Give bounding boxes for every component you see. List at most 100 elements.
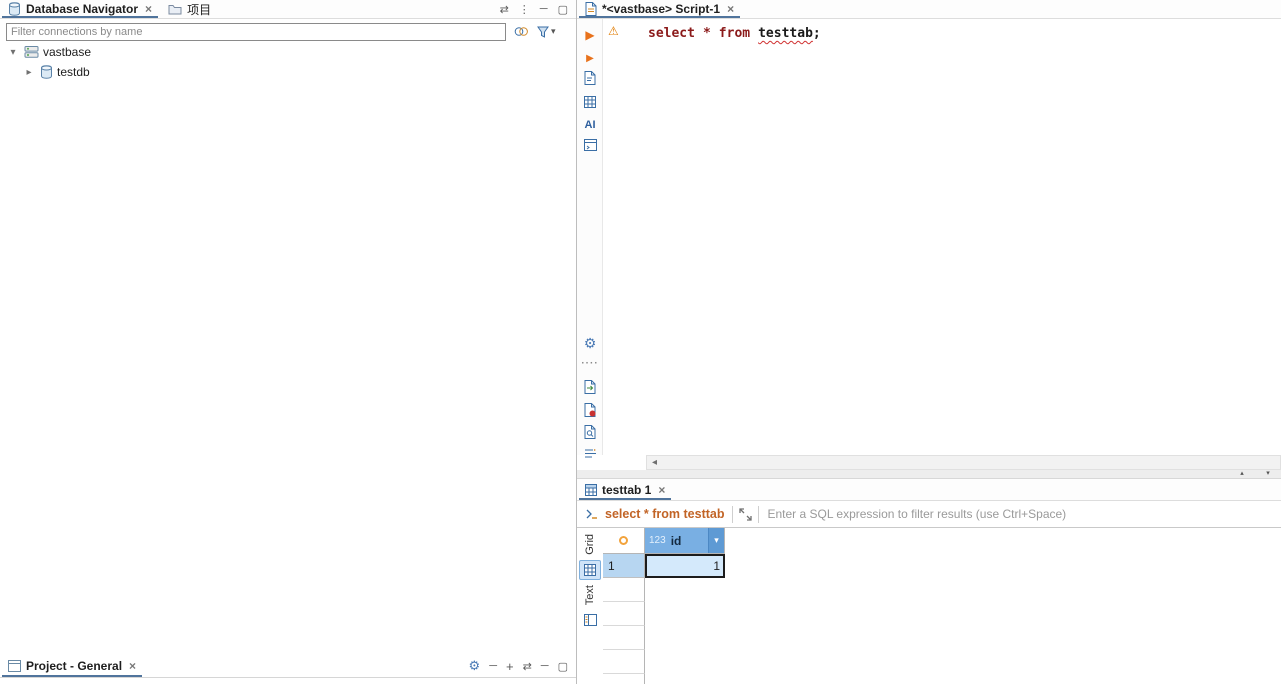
- chevron-right-icon[interactable]: ▸: [22, 67, 36, 78]
- connection-filter-row: ▾: [6, 22, 572, 41]
- database-navigator-icon: [8, 2, 21, 16]
- connection-types-icon[interactable]: [514, 25, 529, 38]
- tab-grid-view-label[interactable]: Grid: [584, 534, 596, 555]
- scroll-left-icon[interactable]: ◂: [647, 457, 662, 468]
- expand-filter-icon[interactable]: [733, 507, 758, 521]
- sql-code-line: select * from testtab;: [648, 26, 821, 41]
- grid-icon: [585, 483, 597, 496]
- explain-plan-icon[interactable]: [577, 69, 603, 87]
- filter-funnel-icon[interactable]: ▾: [537, 26, 556, 38]
- results-tabbar: testtab 1 ×: [577, 479, 1281, 501]
- execute-script-button[interactable]: ▶: [577, 49, 603, 67]
- project-view-controls: ⚙ ─ + ⇄ ─ ▢: [469, 655, 576, 677]
- close-icon[interactable]: ×: [129, 659, 136, 673]
- sql-keyword: from: [718, 26, 751, 41]
- chevron-down-icon: ▾: [551, 26, 556, 36]
- output-panel-icon[interactable]: [577, 136, 603, 154]
- statistics-grid-icon[interactable]: [577, 93, 603, 111]
- folder-icon: [168, 3, 182, 15]
- expand-icon[interactable]: +: [506, 659, 514, 674]
- left-panel-controls: ⇄ ⋮ ─ ▢: [500, 0, 576, 18]
- minimize-icon[interactable]: ─: [541, 660, 549, 672]
- grid-view-icon[interactable]: [579, 559, 601, 580]
- results-filter-bar: select * from testtab: [577, 501, 1281, 528]
- column-header-id[interactable]: 123 id ▾: [645, 528, 725, 554]
- tab-label: 项目: [187, 2, 212, 17]
- minimize-icon[interactable]: ─: [540, 3, 548, 15]
- value-panel-icon[interactable]: [579, 610, 601, 630]
- sql-query-icon: [585, 508, 599, 521]
- empty-row[interactable]: [603, 626, 645, 650]
- results-view-sidebar: Grid Text: [577, 528, 603, 684]
- tab-label: Project - General: [26, 659, 123, 673]
- error-log-icon[interactable]: [577, 401, 603, 419]
- tree-item-vastbase[interactable]: ▾ vastbase: [0, 42, 576, 62]
- maximize-icon[interactable]: ▢: [558, 660, 568, 673]
- sql-semicolon: ;: [812, 26, 821, 41]
- window-icon: [8, 660, 21, 672]
- export-results-icon[interactable]: [577, 378, 603, 396]
- column-type-badge: 123: [649, 535, 666, 546]
- warning-icon: ⚠: [608, 24, 619, 38]
- grid-corner-cell[interactable]: [603, 528, 645, 554]
- database-icon: [40, 65, 53, 79]
- editor-tabbar: *<vastbase> Script-1 ×: [577, 0, 1281, 19]
- tree-item-label: testdb: [57, 65, 90, 79]
- tree-item-testdb[interactable]: ▸ testdb: [0, 62, 576, 82]
- maximize-panel-icon[interactable]: ▴: [1229, 470, 1255, 478]
- chevron-down-icon[interactable]: ▾: [6, 47, 20, 58]
- filter-connections-input[interactable]: [6, 22, 506, 41]
- results-query-text: select * from testtab: [605, 507, 725, 521]
- sql-file-icon: [585, 2, 597, 16]
- data-cell-selected[interactable]: 1: [645, 554, 725, 578]
- maximize-icon[interactable]: ▢: [558, 3, 568, 16]
- editor-horizontal-scrollbar[interactable]: ◂: [646, 455, 1281, 470]
- close-icon[interactable]: ×: [658, 483, 665, 497]
- tab-results-testtab[interactable]: testtab 1 ×: [577, 479, 673, 500]
- collapse-icon[interactable]: ─: [489, 660, 497, 672]
- link-editor-icon[interactable]: ⇄: [500, 3, 509, 16]
- column-name: id: [670, 533, 682, 548]
- sql-table-name: testtab: [758, 26, 813, 41]
- overflow-dots-icon[interactable]: ····: [577, 354, 603, 372]
- tab-database-navigator[interactable]: Database Navigator ×: [0, 0, 160, 18]
- no-key-indicator-icon: [619, 536, 628, 545]
- server-icon: [24, 45, 39, 59]
- editor-results-sash[interactable]: ▴ ▾: [577, 470, 1281, 479]
- view-menu-icon[interactable]: ⋮: [519, 3, 530, 16]
- settings-gear-icon[interactable]: ⚙: [469, 658, 481, 674]
- layout-toggle-icon[interactable]: [577, 444, 603, 462]
- column-dropdown-icon[interactable]: ▾: [708, 528, 724, 553]
- tree-item-label: vastbase: [43, 45, 92, 59]
- ai-assistant-icon[interactable]: AI: [577, 116, 603, 134]
- sql-editor-toolbar: ▶ ▶ AI ⚙ ····: [577, 19, 603, 457]
- close-icon[interactable]: ×: [727, 2, 734, 16]
- tab-project-general[interactable]: Project - General ×: [0, 655, 144, 677]
- empty-row[interactable]: [603, 602, 645, 626]
- empty-row[interactable]: [603, 650, 645, 674]
- link-editor-icon[interactable]: ⇄: [523, 660, 532, 673]
- sql-star: *: [702, 26, 711, 41]
- project-view-tabbar: Project - General × ⚙ ─ + ⇄ ─ ▢: [0, 655, 576, 678]
- find-in-script-icon[interactable]: [577, 423, 603, 441]
- sql-editor-area[interactable]: ⚠ select * from testtab;: [603, 19, 1281, 455]
- empty-row[interactable]: [603, 578, 645, 602]
- database-navigator-panel: Database Navigator × 项目 ⇄ ⋮ ─ ▢ ▾ ▾: [0, 0, 577, 684]
- restore-panel-icon[interactable]: ▾: [1255, 470, 1281, 478]
- tab-sql-script[interactable]: *<vastbase> Script-1 ×: [577, 0, 742, 18]
- divider: [758, 505, 760, 523]
- tab-projects[interactable]: 项目: [160, 0, 219, 18]
- tab-text-view-label[interactable]: Text: [584, 585, 596, 605]
- tab-label: Database Navigator: [26, 2, 139, 16]
- results-grid: 123 id ▾ 1 1: [603, 528, 1281, 684]
- execute-statement-button[interactable]: ▶: [577, 26, 603, 44]
- row-number-cell[interactable]: 1: [603, 554, 645, 578]
- tab-label: *<vastbase> Script-1: [602, 2, 721, 16]
- left-tabbar: Database Navigator × 项目 ⇄ ⋮ ─ ▢: [0, 0, 576, 19]
- sql-keyword: select: [648, 26, 695, 41]
- empty-row[interactable]: [603, 674, 645, 684]
- settings-gear-icon[interactable]: ⚙: [577, 334, 603, 352]
- sql-table-group: testtab;: [758, 26, 821, 41]
- results-filter-input[interactable]: [767, 507, 1281, 521]
- close-icon[interactable]: ×: [145, 2, 152, 16]
